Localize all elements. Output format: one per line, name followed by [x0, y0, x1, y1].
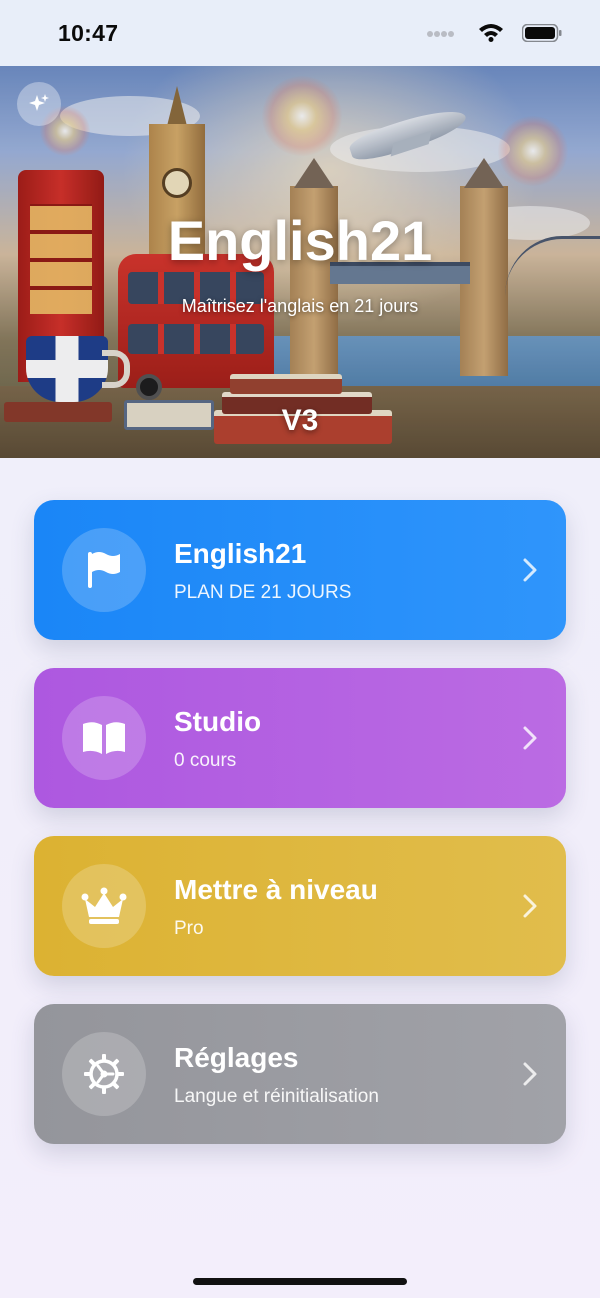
menu-card-title: Réglages: [174, 1042, 299, 1073]
app-subtitle: Maîtrisez l'anglais en 21 jours: [181, 296, 419, 316]
chevron-right-icon: [523, 894, 537, 918]
menu-card-studio[interactable]: Studio 0 cours: [34, 668, 566, 808]
menu-card-subtitle: Langue et réinitialisation: [174, 1086, 379, 1107]
menu-card-icon-circle: [62, 864, 146, 948]
menu-card-icon-circle: [62, 528, 146, 612]
status-indicators: [422, 22, 562, 46]
menu-card-title: Mettre à niveau: [174, 874, 378, 905]
menu-card-english21[interactable]: English21 PLAN DE 21 JOURS: [34, 500, 566, 640]
app-title: English21: [167, 209, 433, 272]
crown-icon: [81, 887, 127, 924]
menu-card-icon-circle: [62, 1032, 146, 1116]
hero-banner: English21 Maîtrisez l'anglais en 21 jour…: [0, 66, 600, 458]
flag-icon: [88, 552, 120, 588]
menu-card-subtitle: 0 cours: [174, 750, 237, 771]
status-bar: 10:47: [0, 0, 600, 66]
status-time: 10:47: [58, 20, 119, 46]
menu-card-subtitle: Pro: [174, 918, 204, 939]
sparkle-icon: [29, 94, 49, 111]
app-version: V3: [281, 404, 319, 437]
wifi-icon: [479, 24, 503, 42]
menu-card-settings[interactable]: Réglages Langue et réinitialisation: [34, 1004, 566, 1144]
chevron-right-icon: [523, 1062, 537, 1086]
gear-icon: [84, 1054, 124, 1094]
home-indicator[interactable]: [193, 1278, 407, 1285]
book-icon: [83, 722, 125, 754]
chevron-right-icon: [523, 726, 537, 750]
chevron-right-icon: [523, 558, 537, 582]
cellular-signal-icon: [427, 31, 454, 37]
menu-card-subtitle: PLAN DE 21 JOURS: [174, 582, 352, 603]
menu-card-icon-circle: [62, 696, 146, 780]
main-menu: English21 PLAN DE 21 JOURS Studio 0 cour…: [34, 500, 566, 1172]
sparkle-button[interactable]: [17, 82, 61, 126]
menu-card-upgrade[interactable]: Mettre à niveau Pro: [34, 836, 566, 976]
battery-icon: [522, 24, 562, 42]
menu-card-title: Studio: [174, 706, 262, 737]
menu-card-title: English21: [174, 538, 307, 569]
